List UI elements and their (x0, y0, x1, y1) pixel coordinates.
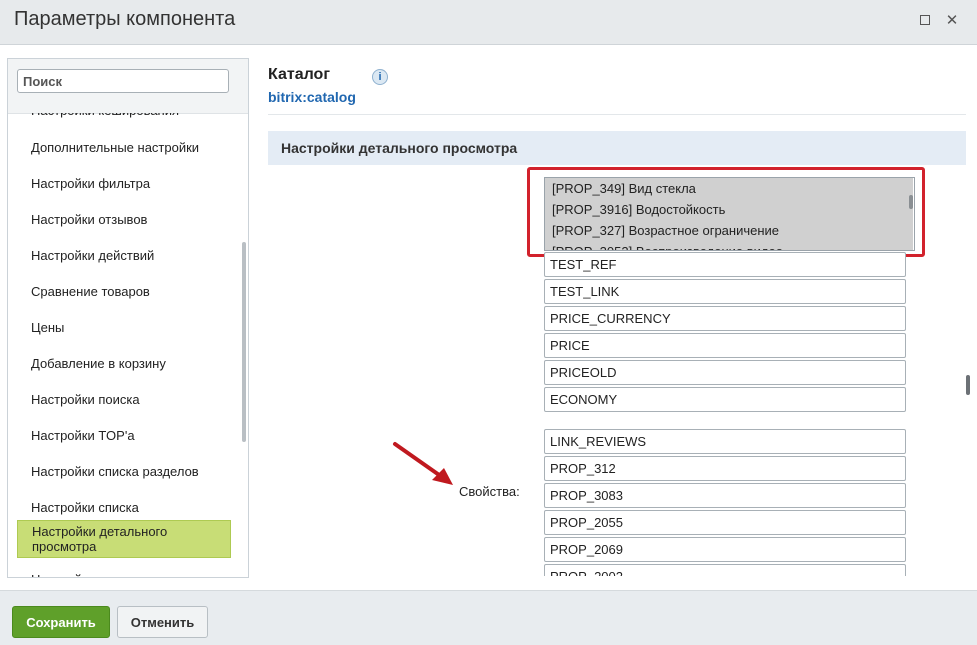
property-field[interactable] (544, 456, 906, 481)
cancel-button[interactable]: Отменить (117, 606, 208, 638)
property-field[interactable] (544, 510, 906, 535)
close-button[interactable]: ✕ (944, 12, 960, 29)
maximize-icon (920, 15, 930, 25)
window-title: Параметры компонента (14, 8, 236, 30)
title-bar: Параметры компонента ✕ (0, 0, 977, 45)
field-group-2 (0, 45, 977, 576)
footer: Сохранить Отменить (0, 590, 977, 645)
close-icon: ✕ (945, 12, 959, 29)
property-field[interactable] (544, 564, 906, 576)
main-scrollbar[interactable] (966, 375, 970, 395)
property-field[interactable] (544, 537, 906, 562)
dialog-content: Настройки кешированияДополнительные наст… (0, 45, 977, 590)
property-field[interactable] (544, 483, 906, 508)
save-button[interactable]: Сохранить (12, 606, 110, 638)
maximize-button[interactable] (917, 12, 933, 28)
property-field[interactable] (544, 429, 906, 454)
